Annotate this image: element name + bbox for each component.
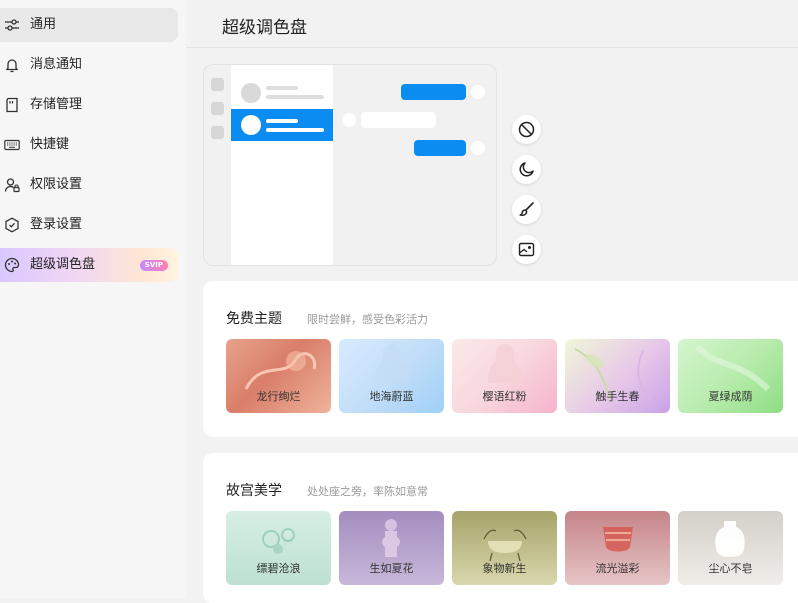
sidebar-item-label: 超级调色盘 xyxy=(30,257,96,272)
sidebar-item-palette[interactable]: 超级调色盘 SVIP xyxy=(0,248,178,282)
preview-bubble-sent xyxy=(401,84,466,100)
preview-line xyxy=(266,119,298,123)
theme-name: 尘心不皂 xyxy=(708,562,753,575)
preview-avatar-dot xyxy=(471,85,485,99)
theme-name: 夏绿成荫 xyxy=(708,390,753,403)
user-lock-icon xyxy=(4,178,20,193)
sidebar: 通用 消息通知 存储管理 快捷键 权限设置 登录设置 超级调色盘 SVIP xyxy=(0,0,186,598)
storage-card-icon xyxy=(6,97,18,113)
palace-themes-section: 故宫美学 处处座之旁，率陈如意常 缥碧沧浪 生如夏花 象物新生 流光溢彩 尘心不… xyxy=(203,453,798,603)
palette-icon xyxy=(4,257,20,273)
preview-line xyxy=(266,86,298,90)
theme-card-sea-blue[interactable]: 地海蔚蓝 xyxy=(339,339,444,413)
no-theme-icon xyxy=(518,121,535,138)
sidebar-item-label: 登录设置 xyxy=(30,217,83,232)
section-title: 故宫美学 xyxy=(226,483,282,499)
no-theme-button[interactable] xyxy=(512,115,541,144)
section-subtitle: 处处座之旁，率陈如意常 xyxy=(307,485,428,498)
preview-rail-item xyxy=(211,102,224,115)
preview-rail-item xyxy=(211,126,224,139)
preview-line xyxy=(266,128,324,132)
theme-card-spring[interactable]: 触手生春 xyxy=(565,339,670,413)
svip-badge: SVIP xyxy=(139,260,168,271)
theme-name: 缥碧沧浪 xyxy=(256,562,301,575)
theme-name: 流光溢彩 xyxy=(595,562,640,575)
dark-mode-button[interactable] xyxy=(512,155,541,184)
sidebar-item-label: 快捷键 xyxy=(30,137,70,152)
sidebar-item-notifications[interactable]: 消息通知 xyxy=(0,48,178,82)
sidebar-item-general[interactable]: 通用 xyxy=(0,8,178,42)
preview-avatar xyxy=(241,115,261,135)
theme-name: 象物新生 xyxy=(482,562,527,575)
sidebar-item-shortcuts[interactable]: 快捷键 xyxy=(0,128,178,162)
theme-card-pure-heart[interactable]: 尘心不皂 xyxy=(678,511,783,585)
free-themes-section: 免费主题 限时尝鲜，感受色彩活力 龙行绚烂 地海蔚蓝 樱语红粉 触手生春 夏绿成… xyxy=(203,281,798,437)
preview-bubble-sent xyxy=(414,140,466,156)
theme-name: 龙行绚烂 xyxy=(256,390,301,403)
custom-color-button[interactable] xyxy=(512,195,541,224)
sidebar-item-login[interactable]: 登录设置 xyxy=(0,208,178,242)
theme-card-summer-flower[interactable]: 生如夏花 xyxy=(339,511,444,585)
preview-line xyxy=(266,95,324,99)
section-subtitle: 限时尝鲜，感受色彩活力 xyxy=(307,313,428,326)
theme-name: 地海蔚蓝 xyxy=(369,390,414,403)
sliders-icon xyxy=(5,19,19,31)
background-image-button[interactable] xyxy=(512,235,541,264)
preview-avatar xyxy=(241,83,261,103)
theme-card-sakura-pink[interactable]: 樱语红粉 xyxy=(452,339,557,413)
theme-card-dragon[interactable]: 龙行绚烂 xyxy=(226,339,331,413)
bell-icon xyxy=(5,59,19,73)
brush-icon xyxy=(519,202,534,216)
shield-icon xyxy=(5,217,19,233)
sidebar-item-storage[interactable]: 存储管理 xyxy=(0,88,178,122)
theme-card-new-life[interactable]: 象物新生 xyxy=(452,511,557,585)
sidebar-item-label: 存储管理 xyxy=(30,97,83,112)
section-title: 免费主题 xyxy=(226,311,282,327)
sidebar-item-permissions[interactable]: 权限设置 xyxy=(0,168,178,202)
theme-card-radiance[interactable]: 流光溢彩 xyxy=(565,511,670,585)
keyboard-icon xyxy=(4,139,20,151)
page-header: 超级调色盘 xyxy=(186,0,798,48)
theme-card-summer-green[interactable]: 夏绿成荫 xyxy=(678,339,783,413)
sidebar-item-label: 通用 xyxy=(30,17,57,32)
image-icon xyxy=(518,242,535,257)
preview-selected-row xyxy=(231,109,333,141)
sidebar-item-label: 消息通知 xyxy=(30,57,83,72)
page-title: 超级调色盘 xyxy=(222,18,307,38)
preview-bubble-received xyxy=(361,112,436,128)
preview-chat-list xyxy=(231,65,333,265)
sidebar-item-label: 权限设置 xyxy=(30,177,83,192)
preview-rail-item xyxy=(211,78,224,91)
theme-card-jade-wave[interactable]: 缥碧沧浪 xyxy=(226,511,331,585)
theme-name: 樱语红粉 xyxy=(482,390,527,403)
theme-name: 触手生春 xyxy=(595,390,640,403)
preview-avatar-dot xyxy=(342,113,356,127)
theme-preview xyxy=(203,64,497,266)
theme-name: 生如夏花 xyxy=(369,562,414,575)
moon-icon xyxy=(519,162,534,177)
preview-avatar-dot xyxy=(471,141,485,155)
